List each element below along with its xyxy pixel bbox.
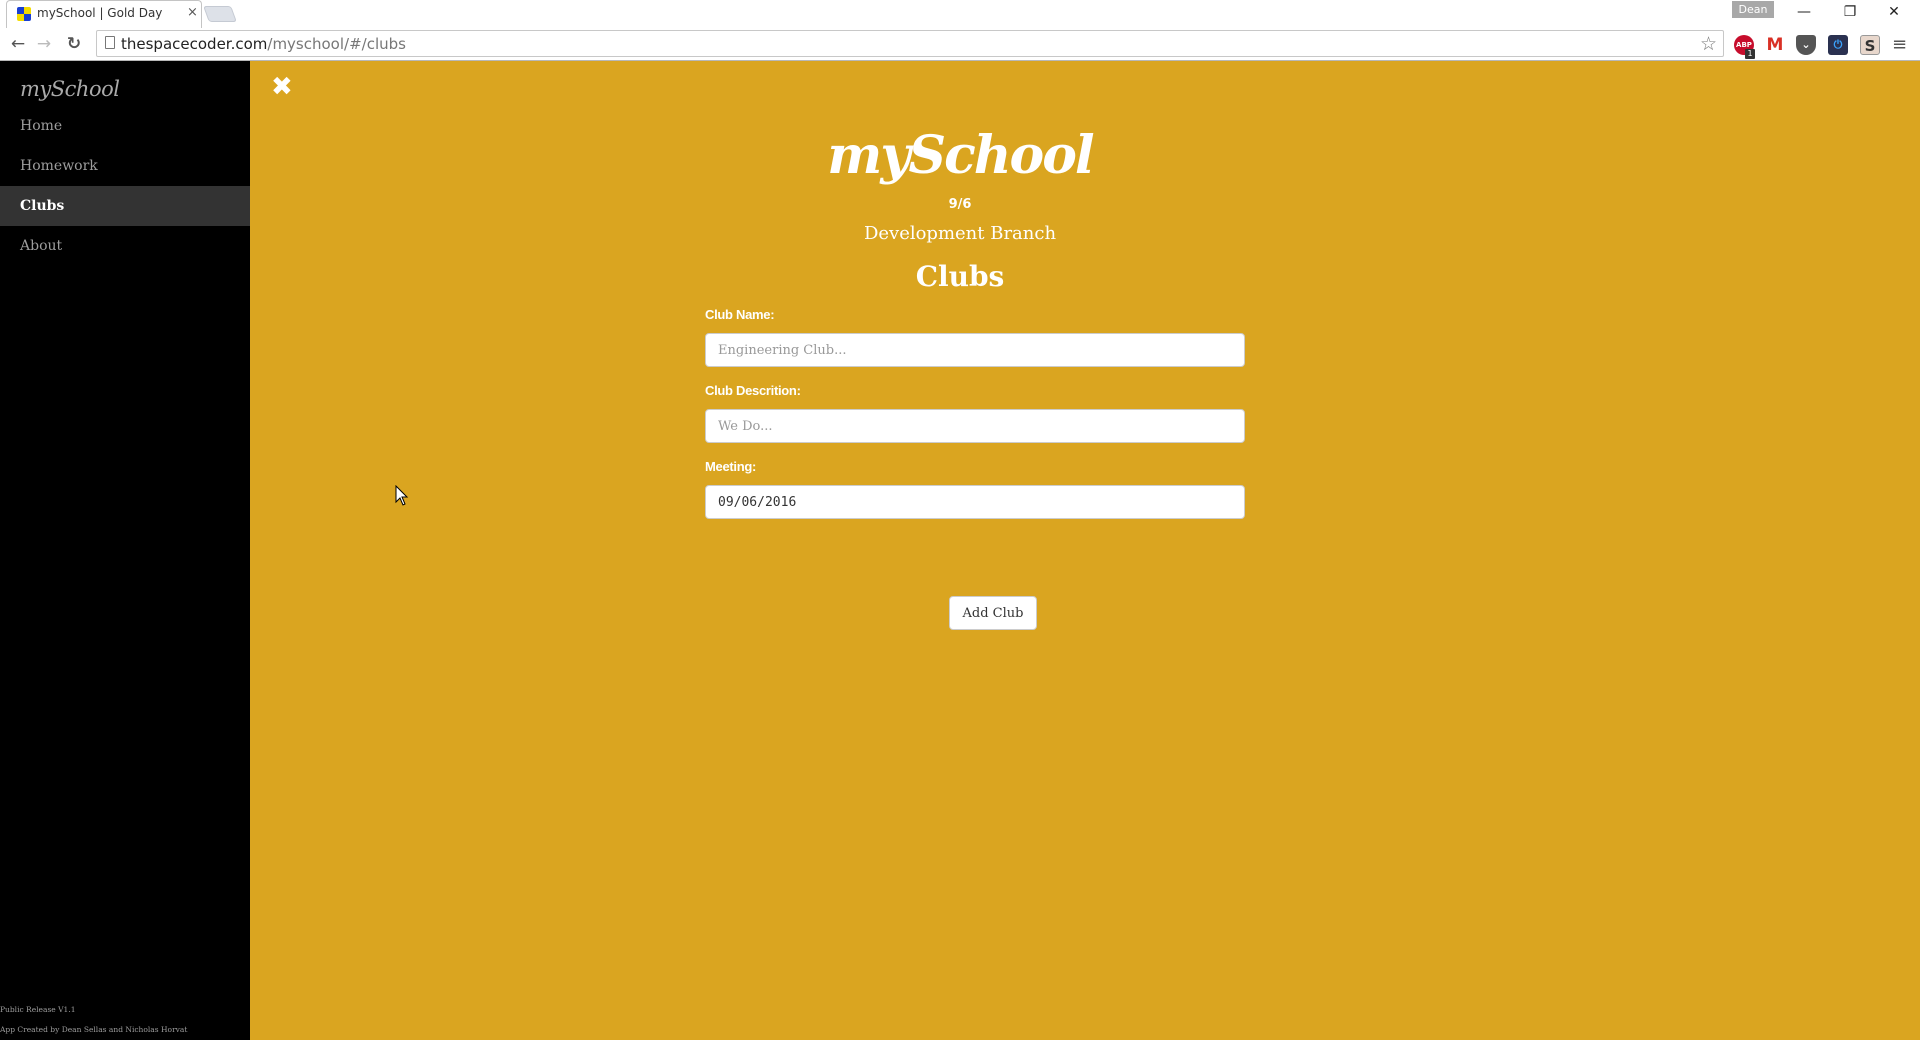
new-tab-button[interactable] xyxy=(203,6,237,22)
club-description-input[interactable] xyxy=(705,409,1245,443)
club-name-label: Club Name: xyxy=(705,307,775,322)
favicon-icon xyxy=(17,7,31,21)
gmail-icon[interactable]: M xyxy=(1765,35,1785,55)
minimize-button[interactable]: — xyxy=(1782,0,1826,24)
add-club-form: Club Name: Club Descrition: Meeting: Add… xyxy=(705,307,1245,630)
address-bar[interactable]: thespacecoder.com/myschool/#/clubs ☆ xyxy=(96,30,1724,57)
club-description-label: Club Descrition: xyxy=(705,383,801,398)
reload-icon[interactable]: ↻ xyxy=(62,32,86,56)
close-window-button[interactable]: ✕ xyxy=(1872,0,1916,24)
adblock-badge: 1 xyxy=(1745,49,1755,59)
sidebar-item-home[interactable]: Home xyxy=(0,106,250,146)
browser-tab[interactable]: mySchool | Gold Day × xyxy=(6,0,202,28)
tab-close-icon[interactable]: × xyxy=(187,5,198,20)
release-text: Public Release V1.1 xyxy=(0,1005,76,1014)
browser-toolbar: ← → ↻ thespacecoder.com/myschool/#/clubs… xyxy=(0,28,1920,61)
club-name-input[interactable] xyxy=(705,333,1245,367)
meeting-date-input[interactable] xyxy=(705,485,1245,519)
back-arrow-icon[interactable]: ← xyxy=(6,32,30,56)
brand-logo: mySchool xyxy=(827,125,1094,186)
page-title: Clubs xyxy=(915,260,1005,293)
pocket-icon[interactable]: ⌄ xyxy=(1796,35,1816,55)
tab-title: mySchool | Gold Day xyxy=(37,6,163,20)
app-container: mySchool Home Homework Clubs About Publi… xyxy=(0,61,1920,1040)
sidebar: mySchool Home Homework Clubs About Publi… xyxy=(0,61,250,1040)
bookmark-star-icon[interactable]: ☆ xyxy=(1700,33,1717,55)
url-text[interactable]: thespacecoder.com/myschool/#/clubs xyxy=(121,35,406,53)
sidebar-logo[interactable]: mySchool xyxy=(20,77,120,101)
menu-hamburger-icon[interactable]: ≡ xyxy=(1892,34,1907,55)
forward-arrow-icon[interactable]: → xyxy=(32,32,56,56)
meeting-label: Meeting: xyxy=(705,459,757,474)
sidebar-item-clubs[interactable]: Clubs xyxy=(0,186,250,226)
credits-text: App Created by Dean Sellas and Nicholas … xyxy=(0,1025,188,1034)
s-extension-icon[interactable]: S xyxy=(1860,35,1880,55)
url-path: /myschool/#/clubs xyxy=(267,35,406,53)
sidebar-footer: Public Release V1.1 App Created by Dean … xyxy=(0,1000,187,1040)
add-club-button[interactable]: Add Club xyxy=(949,596,1037,630)
page-icon xyxy=(105,36,115,49)
close-sidebar-icon[interactable]: ✖ xyxy=(271,74,293,100)
sidebar-nav: Home Homework Clubs About xyxy=(0,106,250,266)
power-extension-icon[interactable]: ⏻ xyxy=(1828,35,1848,55)
url-host: thespacecoder.com xyxy=(121,35,268,53)
sidebar-item-homework[interactable]: Homework xyxy=(0,146,250,186)
sidebar-item-about[interactable]: About xyxy=(0,226,250,266)
profile-button[interactable]: Dean xyxy=(1732,1,1774,18)
browser-titlebar: mySchool | Gold Day × Dean — ❐ ✕ xyxy=(0,0,1920,28)
version-text: 9/6 xyxy=(948,197,972,212)
branch-text: Development Branch xyxy=(863,223,1057,244)
restore-button[interactable]: ❐ xyxy=(1828,0,1872,24)
